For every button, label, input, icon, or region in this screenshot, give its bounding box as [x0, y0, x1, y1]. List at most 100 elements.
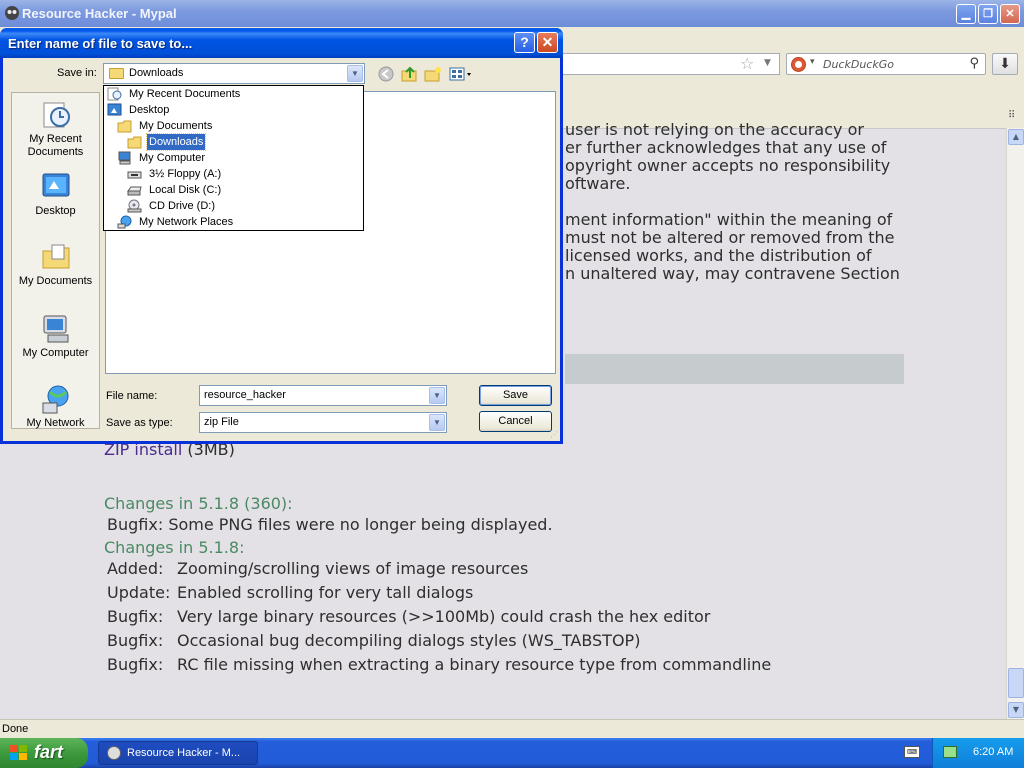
file-name-input[interactable]: resource_hacker ▼	[199, 385, 447, 406]
dropdown-item-label: Local Disk (C:)	[149, 184, 222, 196]
save-button[interactable]: Save	[479, 385, 552, 406]
changes-heading-518: Changes in 5.1.8:	[104, 538, 245, 557]
search-icon[interactable]: ⚲	[969, 56, 979, 71]
change-item: Added: Zooming/scrolling views of image r…	[107, 559, 528, 578]
download-banner	[565, 354, 904, 384]
license-line: user is not relying on the accuracy or	[565, 120, 864, 139]
toolbar-grip-icon: ⠿	[1008, 110, 1015, 121]
folder-icon	[109, 68, 124, 79]
downloads-button[interactable]: ⬇	[992, 53, 1018, 75]
change-item: Bugfix: RC file missing when extracting a…	[107, 655, 771, 674]
back-icon[interactable]	[377, 66, 395, 82]
search-box[interactable]: ▾ DuckDuckGo ⚲	[786, 53, 986, 75]
dropdown-item-label: My Network Places	[139, 216, 234, 228]
dialog-close-button[interactable]: ✕	[537, 32, 558, 53]
scroll-up-icon[interactable]: ▲	[1008, 129, 1024, 145]
network-places-icon	[40, 383, 72, 415]
place-my-recent-documents[interactable]: My Recent Documents	[12, 99, 99, 159]
view-menu-icon[interactable]	[449, 66, 475, 82]
cancel-button[interactable]: Cancel	[479, 411, 552, 432]
up-folder-icon[interactable]	[401, 66, 419, 82]
recent-documents-icon	[40, 99, 72, 131]
dropdown-item-label: CD Drive (D:)	[149, 200, 215, 212]
scroll-down-icon[interactable]: ▼	[1008, 702, 1024, 718]
start-button[interactable]: fart	[0, 738, 88, 768]
changes-heading-360: Changes in 5.1.8 (360):	[104, 494, 293, 513]
clock[interactable]: 6:20 AM	[973, 746, 1013, 758]
browser-title: Resource Hacker - Mypal	[22, 6, 177, 21]
change-kind: Update:	[107, 583, 171, 602]
browser-titlebar: Resource Hacker - Mypal ▁ ❐ ✕	[0, 0, 1024, 27]
license-line: ment information" within the meaning of	[565, 210, 893, 229]
bookmark-star-icon[interactable]: ☆	[740, 54, 754, 73]
dropdown-item-label: My Documents	[139, 120, 213, 132]
chevron-down-icon[interactable]: ▼	[429, 414, 445, 431]
change-text: RC file missing when extracting a binary…	[177, 655, 772, 674]
place-label: My Documents	[18, 275, 93, 287]
status-text: Done	[2, 723, 29, 735]
desktop-icon	[40, 171, 72, 203]
dialog-title: Enter name of file to save to...	[8, 36, 193, 51]
change-kind: Added:	[107, 559, 164, 578]
change-kind: Bugfix:	[107, 607, 164, 626]
start-label: fart	[34, 742, 64, 762]
change-kind: Bugfix:	[107, 631, 164, 650]
save-in-label: Save in:	[57, 67, 97, 79]
new-folder-icon[interactable]	[424, 66, 442, 82]
taskbar: fart Resource Hacker - M... ⌨ 6:20 AM	[0, 738, 1024, 768]
task-label: Resource Hacker - M...	[127, 747, 241, 759]
minimize-button[interactable]: ▁	[956, 4, 976, 24]
page-scrollbar[interactable]: ▲ ▼	[1006, 128, 1024, 719]
search-engine-dropdown-icon[interactable]: ▾	[810, 57, 815, 67]
help-button[interactable]: ?	[514, 32, 535, 53]
resize-grip-icon[interactable]: ⋰	[550, 430, 558, 439]
place-my-computer[interactable]: My Computer	[12, 313, 99, 360]
dropdown-item-label: 3½ Floppy (A:)	[149, 168, 222, 180]
duckduckgo-icon	[791, 57, 806, 72]
restore-button[interactable]: ❐	[978, 4, 998, 24]
url-history-dropdown-icon[interactable]: ▼	[764, 58, 771, 68]
save-as-type-label: Save as type:	[106, 417, 173, 429]
keyboard-icon[interactable]: ⌨	[904, 746, 920, 758]
network-icon[interactable]	[943, 746, 957, 758]
place-desktop[interactable]: Desktop	[12, 171, 99, 218]
license-line: opyright owner accepts no responsibility	[565, 156, 891, 175]
taskbar-item-resource-hacker[interactable]: Resource Hacker - M...	[98, 741, 258, 765]
save-as-type-value: zip File	[204, 416, 239, 428]
change-text: Some PNG files were no longer being disp…	[168, 515, 553, 534]
my-documents-icon	[40, 241, 72, 273]
license-line: er further acknowledges that any use of	[565, 138, 887, 157]
dropdown-item-label: Desktop	[129, 104, 170, 116]
folder-icon	[127, 135, 142, 149]
place-label: My Recent Documents	[27, 133, 84, 158]
scroll-thumb[interactable]	[1008, 668, 1024, 698]
place-label: My Network	[26, 417, 85, 429]
change-item: Bugfix: Some PNG files were no longer be…	[107, 515, 553, 534]
cd-drive-icon	[127, 199, 142, 213]
dropdown-item-label: My Computer	[139, 152, 206, 164]
browser-close-button[interactable]: ✕	[1000, 4, 1020, 24]
mypal-app-icon	[4, 5, 20, 21]
status-bar: Done	[0, 719, 1024, 738]
chevron-down-icon[interactable]: ▼	[429, 387, 445, 404]
my-computer-icon	[117, 151, 132, 165]
place-my-documents[interactable]: My Documents	[12, 241, 99, 288]
save-in-value: Downloads	[129, 67, 184, 79]
mypal-task-icon	[107, 746, 121, 760]
change-kind: Bugfix:	[107, 515, 164, 534]
place-my-network[interactable]: My Network	[12, 383, 99, 430]
save-in-dropdown-list: My Recent Documents Desktop My Documents…	[103, 85, 364, 231]
floppy-drive-icon	[127, 167, 142, 181]
chevron-down-icon[interactable]: ▼	[347, 65, 363, 82]
place-label: Desktop	[35, 205, 76, 217]
save-in-combo[interactable]: Downloads ▼	[103, 63, 365, 84]
folder-icon	[117, 119, 132, 133]
change-item: Bugfix: Occasional bug decompiling dialog…	[107, 631, 640, 650]
save-as-type-select[interactable]: zip File ▼	[199, 412, 447, 433]
search-placeholder: DuckDuckGo	[823, 58, 894, 71]
change-text: Zooming/scrolling views of image resourc…	[177, 559, 529, 578]
change-text: Very large binary resources (>>100Mb) co…	[177, 607, 711, 626]
place-label: My Computer	[22, 347, 89, 359]
recent-documents-icon	[107, 87, 122, 101]
hard-disk-icon	[127, 183, 142, 197]
